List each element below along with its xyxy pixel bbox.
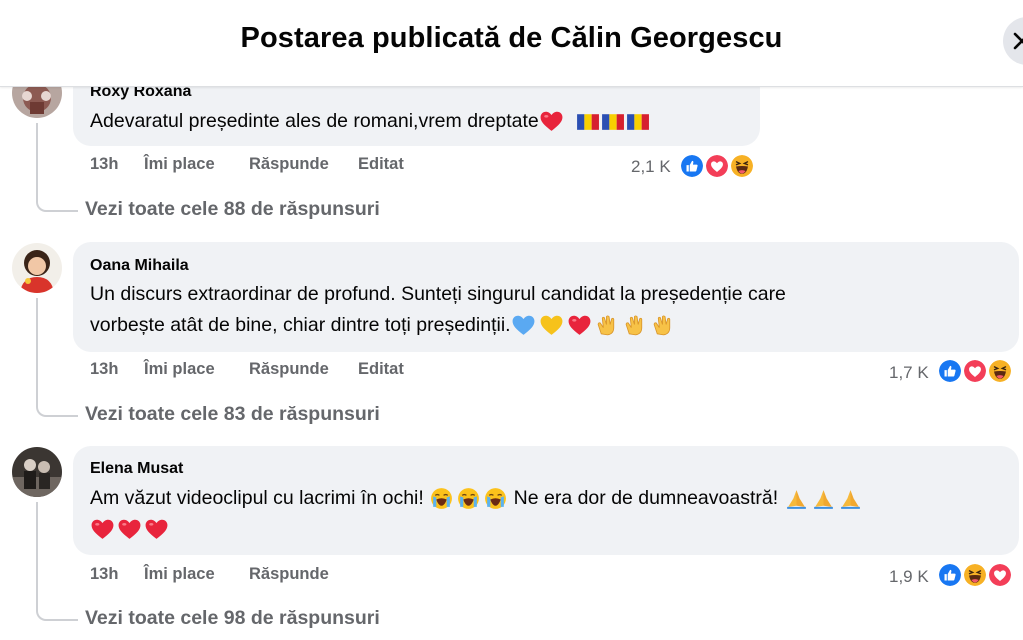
like-reaction-icon [937, 358, 963, 384]
comment-text: Am văzut videoclipul cu lacrimi în ochi!… [90, 483, 863, 545]
romania-flag-emoji [600, 109, 625, 134]
love-reaction-icon [962, 358, 988, 384]
heart-emoji [90, 517, 115, 542]
blue-heart-emoji [511, 313, 536, 338]
reply-button[interactable]: Răspunde [249, 155, 329, 174]
timestamp[interactable]: 13h [90, 155, 118, 174]
comment-author[interactable]: Elena Musat [90, 460, 183, 478]
avatar[interactable] [12, 243, 62, 293]
thread-line [36, 123, 78, 212]
crying-face-emoji [456, 486, 481, 511]
like-button[interactable]: Îmi place [144, 360, 215, 379]
reaction-count[interactable]: 2,1 K [631, 157, 671, 177]
reply-button[interactable]: Răspunde [249, 360, 329, 379]
reaction-count[interactable]: 1,7 K [889, 363, 929, 383]
reaction-count[interactable]: 1,9 K [889, 567, 929, 587]
love-reaction-icon [704, 153, 730, 179]
like-reaction-icon [679, 153, 705, 179]
dialog-header: Postarea publicată de Călin Georgescu [0, 0, 1023, 87]
yellow-heart-emoji [539, 313, 564, 338]
romania-flag-emoji [625, 109, 650, 134]
like-reaction-icon [937, 562, 963, 588]
clapping-hands-emoji [623, 313, 648, 338]
thread-line [36, 502, 78, 621]
comment-bubble: Elena Musat Am văzut videoclipul cu lacr… [73, 446, 1019, 555]
view-replies-link[interactable]: Vezi toate cele 83 de răspunsuri [85, 403, 380, 426]
like-button[interactable]: Îmi place [144, 155, 215, 174]
haha-reaction-icon [987, 358, 1013, 384]
haha-reaction-icon [962, 562, 988, 588]
comment-text: Adevaratul președinte ales de romani,vre… [90, 106, 650, 137]
close-icon [1013, 32, 1023, 50]
timestamp[interactable]: 13h [90, 565, 118, 584]
heart-emoji [144, 517, 169, 542]
clapping-hands-emoji [651, 313, 676, 338]
heart-emoji [539, 109, 564, 134]
haha-reaction-icon [729, 153, 755, 179]
view-replies-link[interactable]: Vezi toate cele 88 de răspunsuri [85, 198, 380, 221]
comment-bubble: Oana Mihaila Un discurs extraordinar de … [73, 242, 1019, 352]
thread-line [36, 298, 78, 417]
folded-hands-emoji [838, 486, 863, 511]
folded-hands-emoji [811, 486, 836, 511]
heart-emoji [117, 517, 142, 542]
edited-label: Editat [358, 155, 404, 173]
clapping-hands-emoji [595, 313, 620, 338]
heart-emoji [567, 313, 592, 338]
reply-button[interactable]: Răspunde [249, 565, 329, 584]
comment-text: Un discurs extraordinar de profund. Sunt… [90, 279, 786, 341]
crying-face-emoji [483, 486, 508, 511]
love-reaction-icon [987, 562, 1013, 588]
crying-face-emoji [429, 486, 454, 511]
like-button[interactable]: Îmi place [144, 565, 215, 584]
avatar[interactable] [12, 447, 62, 497]
timestamp[interactable]: 13h [90, 360, 118, 379]
folded-hands-emoji [784, 486, 809, 511]
view-replies-link[interactable]: Vezi toate cele 98 de răspunsuri [85, 607, 380, 630]
comment-author[interactable]: Oana Mihaila [90, 257, 189, 275]
edited-label: Editat [358, 360, 404, 378]
romania-flag-emoji [575, 109, 600, 134]
dialog-title: Postarea publicată de Călin Georgescu [240, 22, 783, 54]
